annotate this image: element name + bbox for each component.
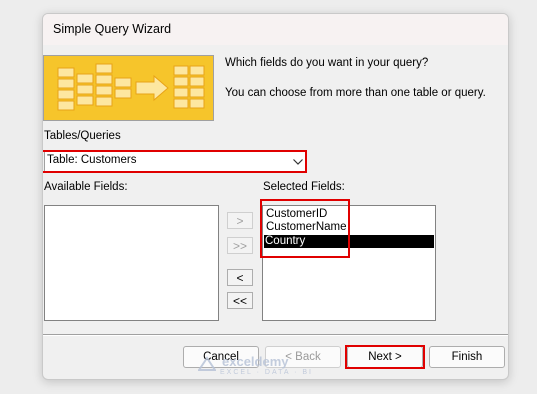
selected-fields-label: Selected Fields: <box>263 181 345 193</box>
watermark-tagline: EXCEL · DATA · BI <box>220 369 313 376</box>
simple-query-wizard-dialog: Simple Query Wizard Which fields do you … <box>42 13 509 380</box>
finish-button[interactable]: Finish <box>429 346 505 368</box>
highlight-box-tables <box>43 150 307 173</box>
add-field-button[interactable]: > <box>227 212 253 229</box>
wizard-banner-illustration <box>43 55 214 121</box>
highlight-box-selected-fields <box>260 199 350 258</box>
cancel-button[interactable]: Cancel <box>183 346 259 368</box>
available-fields-list[interactable] <box>44 205 219 321</box>
available-fields-label: Available Fields: <box>44 181 128 193</box>
tables-queries-label: Tables/Queries <box>44 130 121 142</box>
table-fields-illustration-icon <box>57 63 205 111</box>
window-title: Simple Query Wizard <box>53 22 172 36</box>
remove-all-fields-button[interactable]: << <box>227 292 253 309</box>
add-all-fields-button[interactable]: >> <box>227 237 253 254</box>
highlight-box-next <box>345 345 425 369</box>
back-button[interactable]: < Back <box>265 346 341 368</box>
wizard-hint: You can choose from more than one table … <box>225 87 486 99</box>
title-bar[interactable]: Simple Query Wizard <box>43 14 508 45</box>
divider <box>43 334 508 336</box>
wizard-question: Which fields do you want in your query? <box>225 57 429 69</box>
remove-field-button[interactable]: < <box>227 269 253 286</box>
